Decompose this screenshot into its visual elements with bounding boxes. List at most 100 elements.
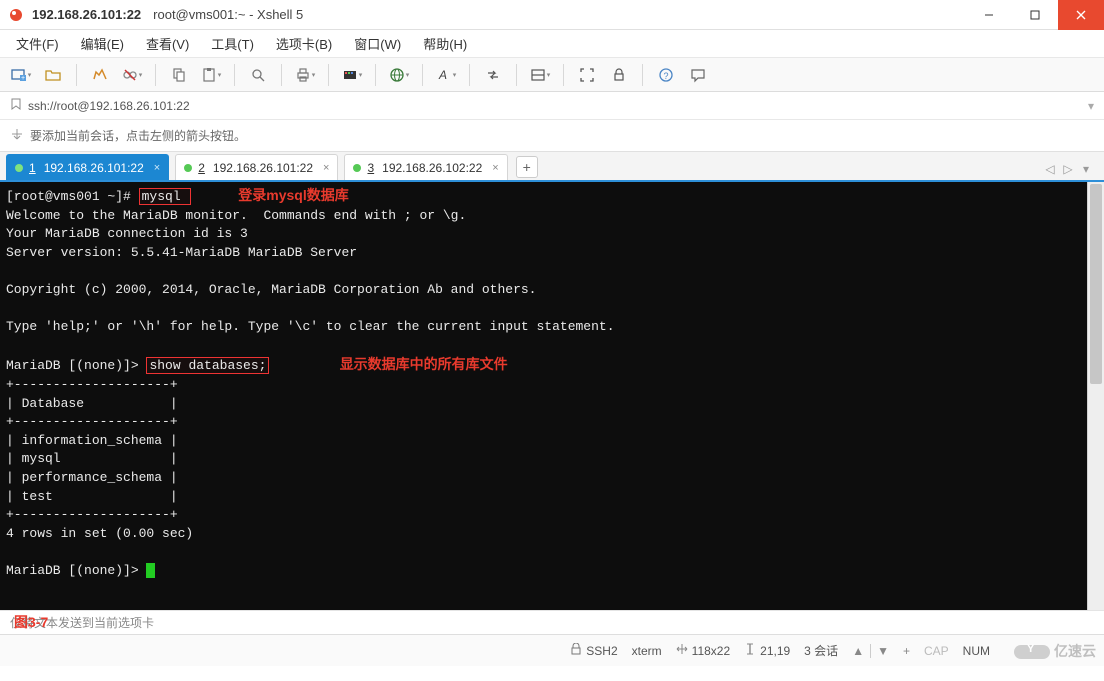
menu-window[interactable]: 窗口(W) bbox=[346, 30, 409, 57]
cursor-pos-icon bbox=[744, 643, 756, 658]
terminal-scrollbar[interactable] bbox=[1087, 182, 1104, 610]
prompt-3: MariaDB [(none)]> bbox=[6, 563, 146, 578]
tab-label: 192.168.26.101:22 bbox=[44, 161, 144, 175]
address-dropdown-icon[interactable]: ▾ bbox=[1088, 99, 1094, 113]
local-status-bar: 仅将文本发送到当前选项卡 图3-7 bbox=[0, 610, 1104, 634]
resize-icon bbox=[676, 643, 688, 658]
status-size-text: 118x22 bbox=[692, 644, 730, 658]
address-text[interactable]: ssh://root@192.168.26.101:22 bbox=[28, 99, 190, 113]
scrollbar-thumb[interactable] bbox=[1090, 184, 1102, 384]
menu-view[interactable]: 查看(V) bbox=[138, 30, 197, 57]
status-protocol: SSH2 bbox=[570, 643, 617, 658]
menubar: 文件(F) 编辑(E) 查看(V) 工具(T) 选项卡(B) 窗口(W) 帮助(… bbox=[0, 30, 1104, 58]
feedback-icon[interactable] bbox=[683, 61, 713, 89]
minimize-button[interactable] bbox=[966, 0, 1012, 30]
copy-icon[interactable] bbox=[164, 61, 194, 89]
figure-label: 图3-7 bbox=[14, 612, 48, 632]
lock-icon[interactable] bbox=[604, 61, 634, 89]
separator bbox=[642, 64, 643, 86]
tab-add-button[interactable]: + bbox=[516, 156, 538, 178]
status-sessions: 3 会话 bbox=[804, 642, 838, 659]
term-line: Welcome to the MariaDB monitor. Commands… bbox=[6, 208, 466, 223]
prompt-2-pre: MariaDB [(none)]> bbox=[6, 358, 146, 373]
sessions-up-icon[interactable]: ▲ bbox=[852, 644, 864, 658]
separator bbox=[328, 64, 329, 86]
tab-bar: 1 192.168.26.101:22 × 2 192.168.26.101:2… bbox=[0, 152, 1104, 182]
disconnect-icon[interactable]: ▾ bbox=[117, 61, 147, 89]
terminal-wrap: [root@vms001 ~]# mysql 登录mysql数据库 Welcom… bbox=[0, 182, 1104, 610]
annotation-show-db: 显示数据库中的所有库文件 bbox=[340, 356, 508, 372]
highlight-mysql-cmd: mysql bbox=[139, 188, 192, 205]
menu-help[interactable]: 帮助(H) bbox=[415, 30, 475, 57]
hint-bar: 要添加当前会话，点击左侧的箭头按钮。 bbox=[0, 120, 1104, 152]
term-line: | Database | bbox=[6, 396, 178, 411]
lock-small-icon bbox=[570, 643, 582, 658]
fullscreen-icon[interactable] bbox=[572, 61, 602, 89]
term-line: 4 rows in set (0.00 sec) bbox=[6, 526, 193, 541]
term-line: | performance_schema | bbox=[6, 470, 178, 485]
arrow-add-icon[interactable] bbox=[10, 127, 24, 144]
window-controls bbox=[966, 0, 1104, 30]
help-icon[interactable]: ? bbox=[651, 61, 681, 89]
sessions-down-icon[interactable]: ▼ bbox=[877, 644, 889, 658]
terminal[interactable]: [root@vms001 ~]# mysql 登录mysql数据库 Welcom… bbox=[0, 182, 1104, 610]
color-scheme-icon[interactable]: ▾ bbox=[337, 61, 367, 89]
transfer-icon[interactable] bbox=[478, 61, 508, 89]
menu-tools[interactable]: 工具(T) bbox=[203, 30, 262, 57]
term-line: Server version: 5.5.41-MariaDB MariaDB S… bbox=[6, 245, 357, 260]
status-plus[interactable]: + bbox=[903, 644, 910, 658]
status-protocol-text: SSH2 bbox=[586, 644, 617, 658]
tab-2[interactable]: 2 192.168.26.101:22 × bbox=[175, 154, 338, 180]
open-session-icon[interactable] bbox=[38, 61, 68, 89]
reconnect-icon[interactable] bbox=[85, 61, 115, 89]
separator bbox=[76, 64, 77, 86]
bookmark-icon[interactable] bbox=[10, 98, 22, 113]
close-button[interactable] bbox=[1058, 0, 1104, 30]
font-icon[interactable]: A▾ bbox=[431, 61, 461, 89]
svg-text:?: ? bbox=[663, 71, 668, 81]
watermark-text: 亿速云 bbox=[1054, 641, 1096, 661]
tab-nav-left-icon[interactable]: ◁ bbox=[1042, 162, 1058, 176]
app-icon bbox=[8, 7, 24, 23]
tab-serial: 3 bbox=[367, 161, 374, 175]
tab-label: 192.168.26.101:22 bbox=[213, 161, 313, 175]
title-session: 192.168.26.101:22 bbox=[32, 7, 141, 22]
toolbar: +▾ ▾ ▾ ▾ ▾ ▾ A▾ ▾ ? bbox=[0, 58, 1104, 92]
tab-nav: ◁ ▷ ▾ bbox=[1042, 162, 1098, 176]
status-cap: CAP bbox=[924, 644, 949, 658]
separator bbox=[155, 64, 156, 86]
tab-nav-menu-icon[interactable]: ▾ bbox=[1078, 162, 1094, 176]
tab-3[interactable]: 3 192.168.26.102:22 × bbox=[344, 154, 507, 180]
term-line: | information_schema | bbox=[6, 433, 178, 448]
prompt-1-pre: [root@vms001 ~]# bbox=[6, 189, 139, 204]
term-line: Type 'help;' or '\h' for help. Type '\c'… bbox=[6, 319, 615, 334]
status-cursor: 21,19 bbox=[744, 643, 790, 658]
tab-close-icon[interactable]: × bbox=[323, 162, 329, 174]
term-line: +--------------------+ bbox=[6, 414, 178, 429]
status-dot-icon bbox=[184, 164, 192, 172]
tab-1[interactable]: 1 192.168.26.101:22 × bbox=[6, 154, 169, 180]
tab-nav-right-icon[interactable]: ▷ bbox=[1060, 162, 1076, 176]
status-size: 118x22 bbox=[676, 643, 730, 658]
menu-edit[interactable]: 编辑(E) bbox=[73, 30, 132, 57]
menu-file[interactable]: 文件(F) bbox=[8, 30, 67, 57]
maximize-button[interactable] bbox=[1012, 0, 1058, 30]
tab-close-icon[interactable]: × bbox=[154, 162, 160, 174]
cloud-icon bbox=[1014, 641, 1050, 661]
tab-close-icon[interactable]: × bbox=[492, 162, 498, 174]
term-line: Copyright (c) 2000, 2014, Oracle, MariaD… bbox=[6, 282, 537, 297]
status-cursor-text: 21,19 bbox=[760, 644, 790, 658]
language-icon[interactable]: ▾ bbox=[384, 61, 414, 89]
new-session-icon[interactable]: +▾ bbox=[6, 61, 36, 89]
panel-icon[interactable]: ▾ bbox=[525, 61, 555, 89]
term-line: | mysql | bbox=[6, 451, 178, 466]
term-line: | test | bbox=[6, 489, 178, 504]
separator bbox=[422, 64, 423, 86]
separator bbox=[516, 64, 517, 86]
separator bbox=[234, 64, 235, 86]
menu-tabs[interactable]: 选项卡(B) bbox=[268, 30, 340, 57]
search-icon[interactable] bbox=[243, 61, 273, 89]
paste-icon[interactable]: ▾ bbox=[196, 61, 226, 89]
svg-text:+: + bbox=[21, 75, 25, 82]
print-icon[interactable]: ▾ bbox=[290, 61, 320, 89]
